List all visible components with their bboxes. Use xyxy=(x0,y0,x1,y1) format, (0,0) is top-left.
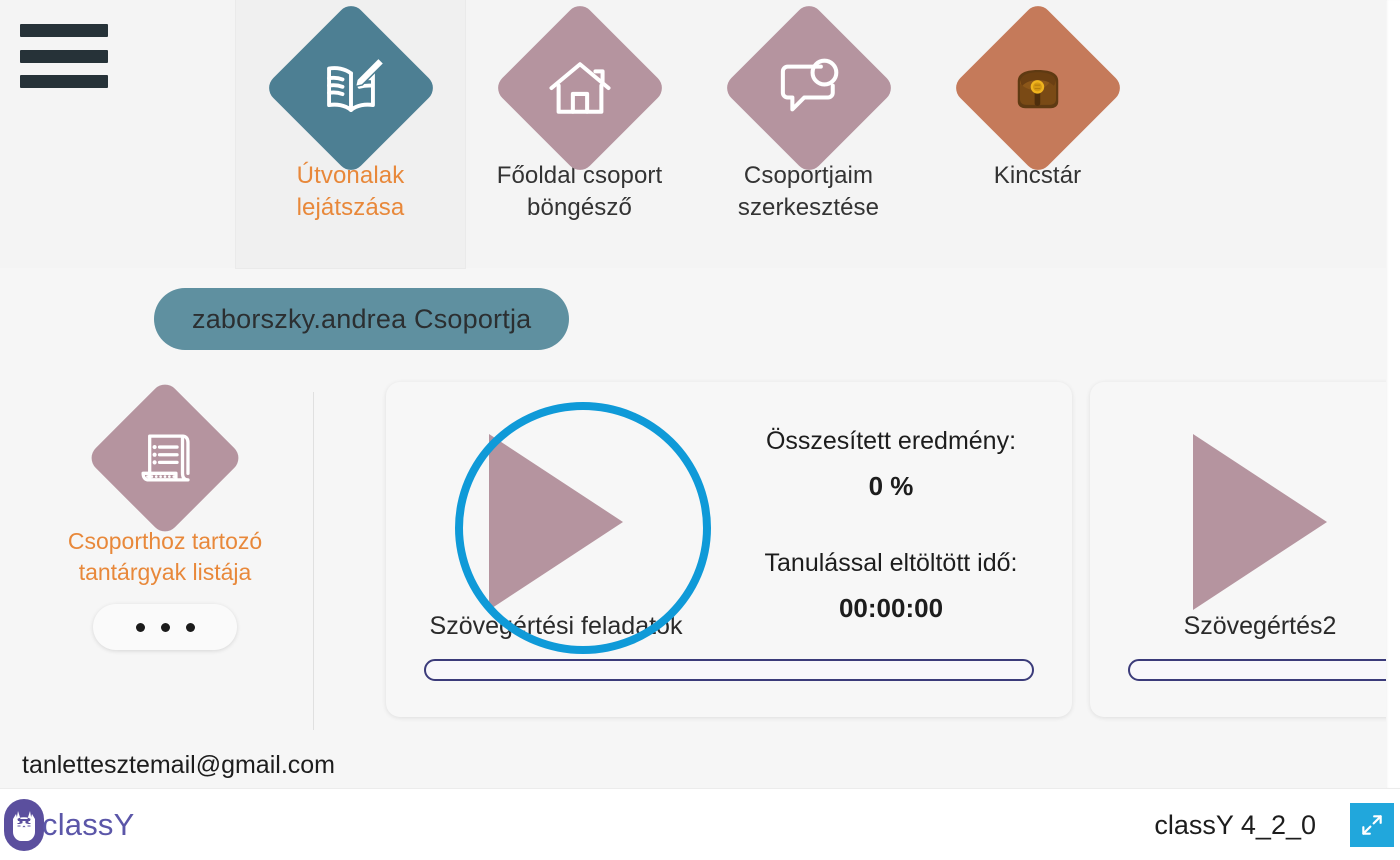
nav-label-line2: böngésző xyxy=(527,194,632,221)
classy-logo-text: classY xyxy=(42,807,135,842)
course-card-title: Szövegértés2 xyxy=(1183,612,1337,640)
course-card-title: Szövegértési feladatok xyxy=(429,612,683,640)
nav-items: Útvonalak lejátszása Főoldal csoport bön… xyxy=(236,0,1152,268)
nav-item-csoportjaim-szerkesztese[interactable]: Csoportjaim szerkesztése xyxy=(694,0,923,268)
nav-label-line2: lejátszása xyxy=(296,194,405,221)
result-label: Összesített eredmény: xyxy=(765,427,1017,455)
course-progress-bar[interactable] xyxy=(424,659,1034,681)
account-email-row: tanlettesztemail@gmail.com xyxy=(0,742,1386,788)
app-root: Útvonalak lejátszása Főoldal csoport bön… xyxy=(0,0,1400,860)
subject-label-line2: tantárgyak listája xyxy=(78,559,252,585)
course-card: Szövegértés2 xyxy=(1090,382,1386,717)
home-icon xyxy=(491,0,668,176)
dot xyxy=(185,622,195,632)
page-right-edge xyxy=(1386,0,1400,788)
nav-item-utvonalak-lejatszasa[interactable]: Útvonalak lejátszása xyxy=(236,0,465,268)
hamburger-bar xyxy=(20,49,108,63)
hamburger-bar xyxy=(20,24,108,37)
vertical-divider xyxy=(313,392,314,730)
course-card-stats: Összesített eredmény: 0 % Tanulással elt… xyxy=(726,424,1056,626)
account-email: tanlettesztemail@gmail.com xyxy=(22,750,335,779)
list-document-icon[interactable] xyxy=(85,378,245,538)
top-navigation-bar: Útvonalak lejátszása Főoldal csoport bön… xyxy=(0,0,1386,268)
content-page: Útvonalak lejátszása Főoldal csoport bön… xyxy=(0,0,1386,788)
subject-list-label[interactable]: Csoporthoz tartozó tantárgyak listája xyxy=(68,526,262,588)
content-body: Csoporthoz tartozó tantárgyak listája Sz… xyxy=(0,378,1386,742)
app-version-label: classY 4_2_0 xyxy=(1154,809,1316,840)
classy-logo[interactable]: classY xyxy=(4,799,135,851)
group-title-pill[interactable]: zaborszky.andrea Csoportja xyxy=(154,288,570,350)
stats-spacer xyxy=(726,504,1056,546)
hamburger-menu-icon[interactable] xyxy=(20,24,108,88)
hamburger-bar xyxy=(20,75,108,88)
dot xyxy=(160,622,170,632)
subject-list-column: Csoporthoz tartozó tantárgyak listája xyxy=(30,378,300,650)
more-options-button[interactable] xyxy=(93,604,237,650)
nav-item-kincstar[interactable]: Kincstár xyxy=(923,0,1152,268)
footer-bar: classY classY 4_2_0 xyxy=(0,788,1400,860)
classy-cat-logo-icon xyxy=(4,799,44,851)
book-pencil-icon xyxy=(262,0,439,176)
time-label: Tanulással eltöltött idő: xyxy=(764,549,1018,577)
group-title-text: zaborszky.andrea Csoportja xyxy=(192,303,532,334)
fullscreen-expand-icon[interactable] xyxy=(1350,803,1394,847)
time-value: 00:00:00 xyxy=(838,593,944,623)
nav-label-line2: szerkesztése xyxy=(737,194,880,221)
nav-item-fooldal-csoport-bongeszo[interactable]: Főoldal csoport böngésző xyxy=(465,0,694,268)
course-progress-bar[interactable] xyxy=(1128,659,1386,681)
result-value: 0 % xyxy=(868,471,914,501)
course-card-list: Szövegértési feladatok Összesített eredm… xyxy=(386,382,1386,717)
play-icon[interactable] xyxy=(1193,434,1327,610)
chat-bubble-icon xyxy=(720,0,897,176)
play-icon[interactable] xyxy=(489,434,623,610)
treasure-bag-icon xyxy=(949,0,1126,176)
course-card: Szövegértési feladatok Összesített eredm… xyxy=(386,382,1072,717)
dot xyxy=(135,622,145,632)
